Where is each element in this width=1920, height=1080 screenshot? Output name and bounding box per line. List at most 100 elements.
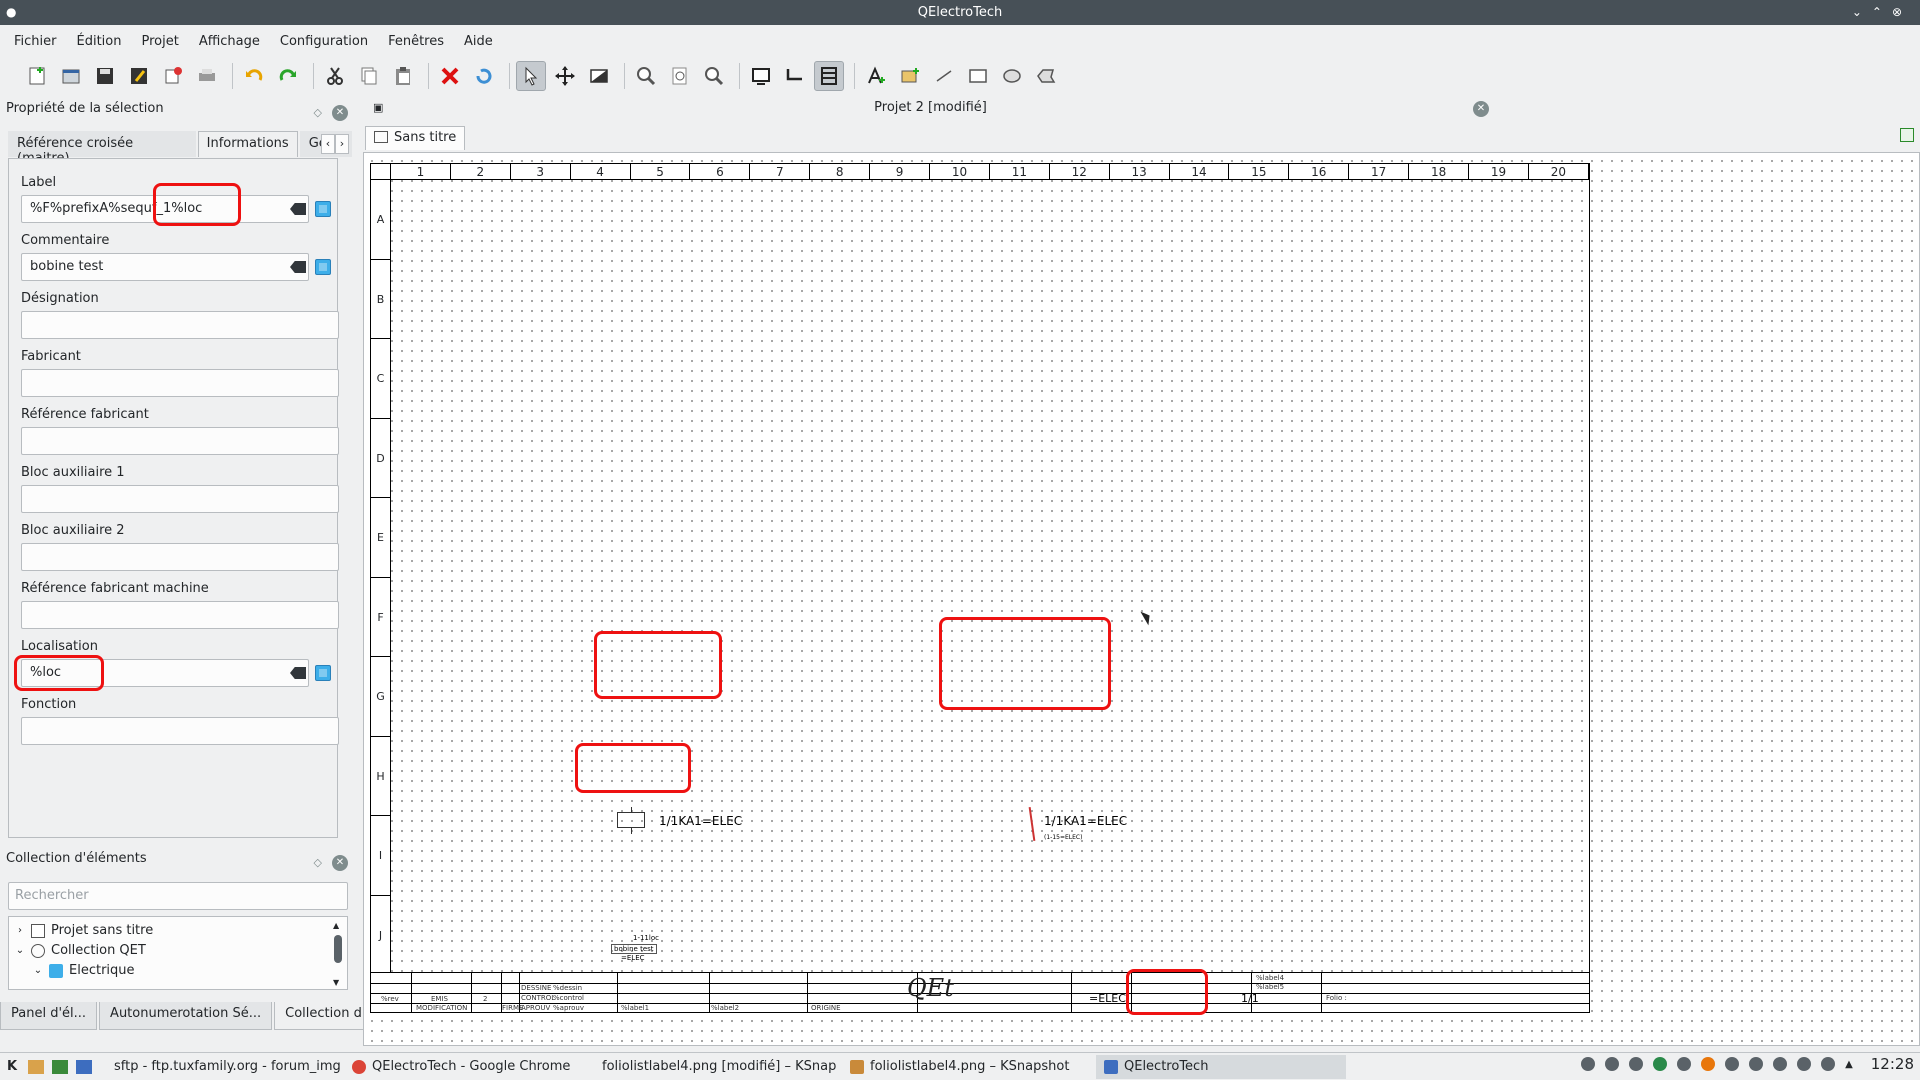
new-project-icon[interactable] — [22, 61, 52, 91]
bloc-auxiliaire-1-field[interactable] — [21, 485, 339, 513]
tray-icon[interactable] — [1581, 1057, 1596, 1071]
window-controls[interactable]: ⌄⌃⊗ — [1852, 0, 1912, 25]
add-folio-icon[interactable] — [1900, 128, 1914, 142]
close-project-icon[interactable] — [158, 61, 188, 91]
tray-icon[interactable] — [1605, 1057, 1620, 1071]
zoom-reset-icon[interactable] — [699, 61, 729, 91]
tab-autonumerotation[interactable]: Autonumerotation Sé... — [99, 1002, 273, 1030]
select-mode-icon[interactable] — [516, 61, 546, 91]
scrollbar-thumb[interactable] — [334, 935, 342, 963]
menu-fenetres[interactable]: Fenêtres — [378, 30, 454, 52]
move-view-icon[interactable] — [550, 61, 580, 91]
tab-scroll-left-icon[interactable]: ‹ — [321, 134, 335, 154]
task-ksnapshot-modified[interactable]: foliolistlabel4.png [modifié] – KSnap — [588, 1055, 838, 1079]
terminal-launcher-icon[interactable] — [52, 1059, 68, 1074]
menu-edition[interactable]: Édition — [67, 30, 132, 52]
expand-arrow-icon[interactable]: › — [13, 921, 27, 941]
delete-icon[interactable] — [435, 61, 465, 91]
scroll-down-icon[interactable]: ▼ — [333, 978, 339, 987]
show-text-checkbox[interactable] — [315, 201, 331, 217]
fabricant-field[interactable] — [21, 369, 339, 397]
zoom-in-icon[interactable] — [631, 61, 661, 91]
add-ellipse-icon[interactable] — [997, 61, 1027, 91]
task-qelectrotech[interactable]: QElectroTech — [1096, 1054, 1346, 1079]
chat-launcher-icon[interactable] — [76, 1059, 92, 1074]
collection-search-input[interactable]: Rechercher — [8, 882, 348, 910]
tray-icon[interactable] — [1821, 1057, 1836, 1071]
tree-item[interactable]: › Projet sans titre — [13, 921, 153, 941]
add-line-icon[interactable] — [929, 61, 959, 91]
save-icon[interactable] — [90, 61, 120, 91]
tab-informations[interactable]: Informations — [197, 131, 298, 157]
collapse-arrow-icon[interactable]: ⌄ — [13, 941, 27, 961]
collapse-arrow-icon[interactable]: ⌄ — [31, 961, 45, 981]
add-polygon-icon[interactable] — [1031, 61, 1061, 91]
contact-element[interactable] — [1028, 807, 1036, 841]
tab-panel-elements[interactable]: Panel d'él... — [0, 1002, 98, 1030]
volume-icon[interactable] — [1629, 1057, 1644, 1071]
rotate-icon[interactable] — [469, 61, 499, 91]
show-text-checkbox[interactable] — [315, 259, 331, 275]
menu-aide[interactable]: Aide — [454, 30, 503, 52]
redo-icon[interactable] — [273, 61, 303, 91]
add-terminal-strip-icon[interactable] — [814, 61, 844, 91]
edit-diagram-properties-icon[interactable] — [746, 61, 776, 91]
task-chrome[interactable]: QElectroTech - Google Chrome — [344, 1055, 584, 1079]
tray-icon[interactable] — [1701, 1057, 1716, 1071]
mail-icon[interactable] — [1725, 1057, 1740, 1071]
tray-icon[interactable] — [1653, 1057, 1668, 1071]
add-text-icon[interactable] — [861, 61, 891, 91]
float-icon[interactable]: ◇ — [314, 100, 322, 126]
add-rectangle-icon[interactable] — [963, 61, 993, 91]
tab-scroll-right-icon[interactable]: › — [335, 134, 349, 154]
menu-affichage[interactable]: Affichage — [189, 30, 270, 52]
print-icon[interactable] — [192, 61, 222, 91]
coil-label[interactable]: 1/1KA1=ELEC — [659, 814, 742, 828]
toggle-background-icon[interactable] — [584, 61, 614, 91]
tray-expand-icon[interactable]: ▲ — [1845, 1059, 1853, 1070]
tree-item[interactable]: ⌄ Electrique — [31, 961, 135, 981]
files-launcher-icon[interactable] — [28, 1059, 44, 1074]
add-image-icon[interactable] — [895, 61, 925, 91]
contact-label[interactable]: 1/1KA1=ELEC — [1044, 814, 1127, 828]
float-icon[interactable]: ◇ — [314, 850, 322, 876]
reference-fabricant-field[interactable] — [21, 427, 339, 455]
media-icon[interactable] — [1749, 1057, 1764, 1071]
save-as-icon[interactable] — [124, 61, 154, 91]
menu-configuration[interactable]: Configuration — [270, 30, 378, 52]
tray-icon[interactable] — [1677, 1057, 1692, 1071]
tree-scrollbar[interactable]: ▲ ▼ — [333, 921, 343, 987]
menu-fichier[interactable]: Fichier — [4, 30, 67, 52]
close-icon[interactable]: ✕ — [332, 855, 348, 871]
volume-icon[interactable] — [1773, 1057, 1788, 1071]
scroll-up-icon[interactable]: ▲ — [333, 921, 339, 930]
undo-icon[interactable] — [239, 61, 269, 91]
cut-icon[interactable] — [320, 61, 350, 91]
close-icon[interactable]: ✕ — [332, 105, 348, 121]
folio-tab[interactable]: Sans titre — [365, 126, 466, 150]
task-ksnapshot[interactable]: foliolistlabel4.png – KSnapshot — [842, 1055, 1092, 1079]
app-launcher-icon[interactable]: K — [0, 1059, 24, 1074]
copy-icon[interactable] — [354, 61, 384, 91]
fonction-field[interactable] — [21, 717, 339, 745]
show-text-checkbox[interactable] — [315, 665, 331, 681]
tab-reference-croisee[interactable]: Référence croisée (maitre) — [8, 131, 196, 166]
reference-fabricant-machine-field[interactable] — [21, 601, 339, 629]
paste-icon[interactable] — [388, 61, 418, 91]
window-menu-icon[interactable]: ● — [6, 0, 16, 25]
clock[interactable]: 12:28 — [1871, 1055, 1914, 1073]
bloc-auxiliaire-2-field[interactable] — [21, 543, 339, 571]
coil-element[interactable] — [617, 807, 645, 834]
task-sftp[interactable]: sftp - ftp.tuxfamily.org - forum_img — [100, 1055, 340, 1079]
zoom-fit-icon[interactable] — [665, 61, 695, 91]
add-conductor-icon[interactable] — [780, 61, 810, 91]
column-number: 20 — [1529, 164, 1589, 179]
network-icon[interactable] — [1797, 1057, 1812, 1071]
tree-item[interactable]: ⌄ Collection QET — [13, 941, 146, 961]
commentaire-field[interactable]: bobine test — [21, 253, 309, 281]
close-project-icon[interactable]: ✕ — [1473, 101, 1489, 117]
open-project-icon[interactable] — [56, 61, 86, 91]
designation-field[interactable] — [21, 311, 339, 339]
diagram-canvas[interactable]: 1 2 3 4 5 6 7 8 9 10 11 12 13 14 15 16 1… — [363, 152, 1920, 1046]
menu-projet[interactable]: Projet — [131, 30, 188, 52]
